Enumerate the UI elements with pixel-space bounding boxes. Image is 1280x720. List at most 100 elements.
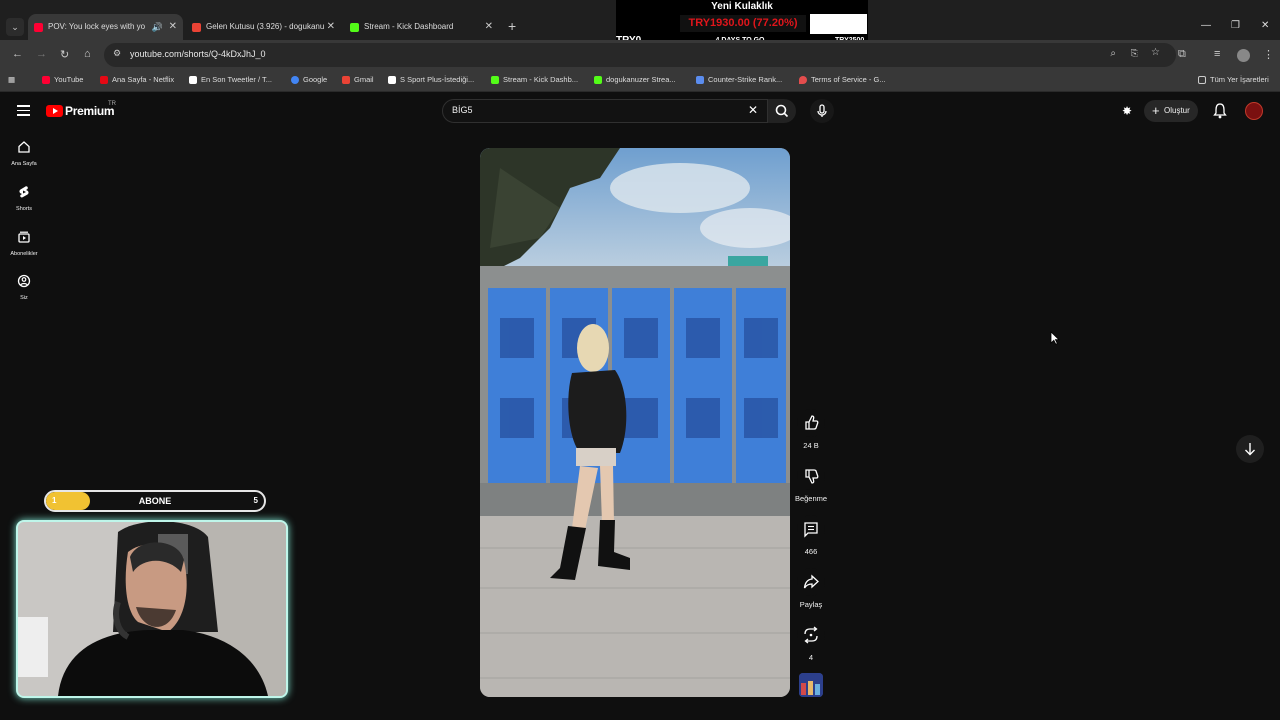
region-code: TR — [108, 101, 116, 107]
ssport-bookmark-icon — [388, 76, 396, 84]
bookmark-netflix[interactable]: Ana Sayfa - Netflix — [100, 75, 174, 84]
goal-progress-box — [810, 14, 867, 34]
tab-kick-dashboard[interactable]: Stream - Kick Dashboard ✕ — [344, 14, 499, 40]
sound-thumbnail[interactable] — [799, 673, 823, 697]
home-icon[interactable]: ⌂ — [84, 48, 91, 60]
address-bar-row: ← → ↻ ⌂ ⚙ youtube.com/shorts/Q-4kDxJhJ_0… — [0, 40, 1280, 70]
bookmark-kick-stream[interactable]: dogukanuzer Strea... — [594, 75, 676, 84]
bookmark-star-icon[interactable]: ☆ — [1151, 47, 1160, 58]
bookmark-label: Counter-Strike Rank... — [708, 75, 783, 84]
hamburger-menu-icon[interactable] — [17, 105, 30, 116]
subscriber-goal-label: ABONE — [138, 496, 172, 506]
tab-title: POV: You lock eyes with yo — [48, 22, 146, 31]
apps-grid-icon[interactable]: ▦ — [8, 75, 15, 84]
bookmark-label: S Sport Plus-İstediği... — [400, 75, 475, 84]
sidebar-label: Shorts — [16, 206, 32, 212]
subscriber-goal-bar: 1 ABONE 5 — [44, 490, 266, 512]
back-icon[interactable]: ← — [12, 48, 23, 60]
bookmark-label: Gmail — [354, 75, 374, 84]
bookmark-google[interactable]: Google — [291, 75, 327, 84]
clear-search-icon[interactable]: ✕ — [748, 103, 758, 117]
google-bookmark-icon — [291, 76, 299, 84]
arrow-down-icon — [1245, 443, 1255, 456]
new-tab-button[interactable]: + — [508, 18, 516, 34]
all-bookmarks[interactable]: Tüm Yer İşaretleri — [1198, 75, 1269, 84]
tab-youtube-short[interactable]: POV: You lock eyes with yo 🔊 ✕ — [28, 14, 183, 40]
create-button[interactable]: + Oluştur — [1144, 100, 1198, 122]
search-input[interactable] — [442, 99, 768, 123]
extensions-icon[interactable]: ⧉ — [1178, 48, 1186, 61]
omnibox[interactable]: ⚙ youtube.com/shorts/Q-4kDxJhJ_0 ⌕ ⎘ ☆ — [104, 43, 1176, 67]
like-button[interactable]: 24 B — [790, 409, 832, 450]
minimize-icon[interactable]: — — [1201, 20, 1211, 31]
forward-icon[interactable]: → — [36, 48, 47, 60]
remix-button[interactable]: 4 — [790, 621, 832, 662]
bookmark-ssport[interactable]: S Sport Plus-İstediği... — [388, 75, 474, 84]
zoom-icon[interactable]: ⌕ — [1110, 48, 1116, 59]
account-avatar[interactable] — [1245, 102, 1263, 120]
install-icon[interactable]: ⎘ — [1131, 48, 1138, 59]
folder-icon — [1198, 76, 1206, 84]
bookmark-x[interactable]: En Son Tweetler / T... — [189, 75, 272, 84]
bookmark-terms[interactable]: Terms of Service - G... — [799, 75, 886, 84]
voice-search-button[interactable] — [810, 99, 834, 123]
url-text[interactable]: youtube.com/shorts/Q-4kDxJhJ_0 — [130, 49, 266, 59]
sidebar-item-home[interactable]: Ana Sayfa — [4, 140, 44, 167]
sidebar-label: Ana Sayfa — [11, 161, 37, 167]
search-button[interactable] — [768, 99, 796, 123]
bookmark-label: Stream - Kick Dashb... — [503, 75, 579, 84]
comments-button[interactable]: 466 — [790, 515, 832, 556]
tab-search-dropdown[interactable]: ⌄ — [6, 18, 24, 36]
bookmark-label: Terms of Service - G... — [811, 75, 886, 84]
sidebar-item-subscriptions[interactable]: Abonelikler — [4, 230, 44, 257]
dislike-button[interactable]: Beğenme — [790, 462, 832, 503]
youtube-bookmark-icon — [42, 76, 50, 84]
sidebar-item-you[interactable]: Siz — [4, 274, 44, 301]
close-tab-icon[interactable]: ✕ — [327, 14, 335, 40]
media-icon[interactable]: ≡ — [1214, 48, 1220, 60]
menu-kebab-icon[interactable]: ⋮ — [1263, 48, 1274, 61]
webcam-overlay — [16, 520, 288, 698]
share-label: Paylaş — [799, 600, 823, 609]
bookmark-counter-strike[interactable]: Counter-Strike Rank... — [696, 75, 782, 84]
close-window-icon[interactable]: ✕ — [1261, 20, 1269, 31]
webcam-feed-image — [18, 522, 286, 696]
share-button[interactable]: Paylaş — [790, 568, 832, 609]
shorts-icon — [19, 186, 29, 198]
site-info-icon[interactable]: ⚙ — [113, 48, 121, 59]
search-icon — [775, 104, 789, 118]
bookmark-gmail[interactable]: Gmail — [342, 75, 374, 84]
sidebar-item-shorts[interactable]: Shorts — [4, 185, 44, 212]
audio-icon[interactable]: 🔊 — [152, 14, 163, 40]
reload-icon[interactable]: ↻ — [60, 48, 69, 61]
video-frame-image — [480, 148, 790, 697]
netflix-bookmark-icon — [100, 76, 108, 84]
share-arrow-icon — [803, 574, 819, 589]
close-tab-icon[interactable]: ✕ — [169, 14, 177, 40]
search-query[interactable]: BİG5 — [452, 105, 473, 115]
comment-icon — [804, 522, 818, 538]
bookmarks-bar: ▦ YouTube Ana Sayfa - Netflix En Son Twe… — [0, 70, 1280, 92]
youtube-logo-icon[interactable] — [46, 105, 63, 117]
bookmark-kick-dashboard[interactable]: Stream - Kick Dashb... — [491, 75, 578, 84]
bookmark-label: En Son Tweetler / T... — [201, 75, 273, 84]
thumbs-down-icon — [805, 469, 819, 484]
notifications-bell-icon[interactable] — [1213, 103, 1227, 124]
youtube-logo-text[interactable]: Premium — [65, 104, 115, 118]
x-bookmark-icon — [189, 76, 197, 84]
tab-title: Stream - Kick Dashboard — [364, 22, 454, 31]
next-video-button[interactable] — [1236, 435, 1264, 463]
shorts-video-player[interactable] — [480, 148, 790, 697]
profile-avatar[interactable] — [1237, 49, 1250, 62]
cast-sparkle-icon[interactable]: ✸ — [1122, 104, 1132, 118]
like-count: 24 B — [803, 441, 819, 450]
create-label: Oluştur — [1164, 106, 1190, 115]
goal-amount: TRY1930.00 (77.20%) — [688, 17, 798, 29]
restore-icon[interactable]: ❐ — [1231, 20, 1240, 31]
close-tab-icon[interactable]: ✕ — [485, 14, 493, 40]
bookmark-youtube[interactable]: YouTube — [42, 75, 83, 84]
gmail-bookmark-icon — [342, 76, 350, 84]
maps-bookmark-icon — [799, 76, 807, 84]
tab-gmail[interactable]: Gelen Kutusu (3.926) - dogukanu ✕ — [186, 14, 341, 40]
bookmark-label: Google — [303, 75, 328, 84]
